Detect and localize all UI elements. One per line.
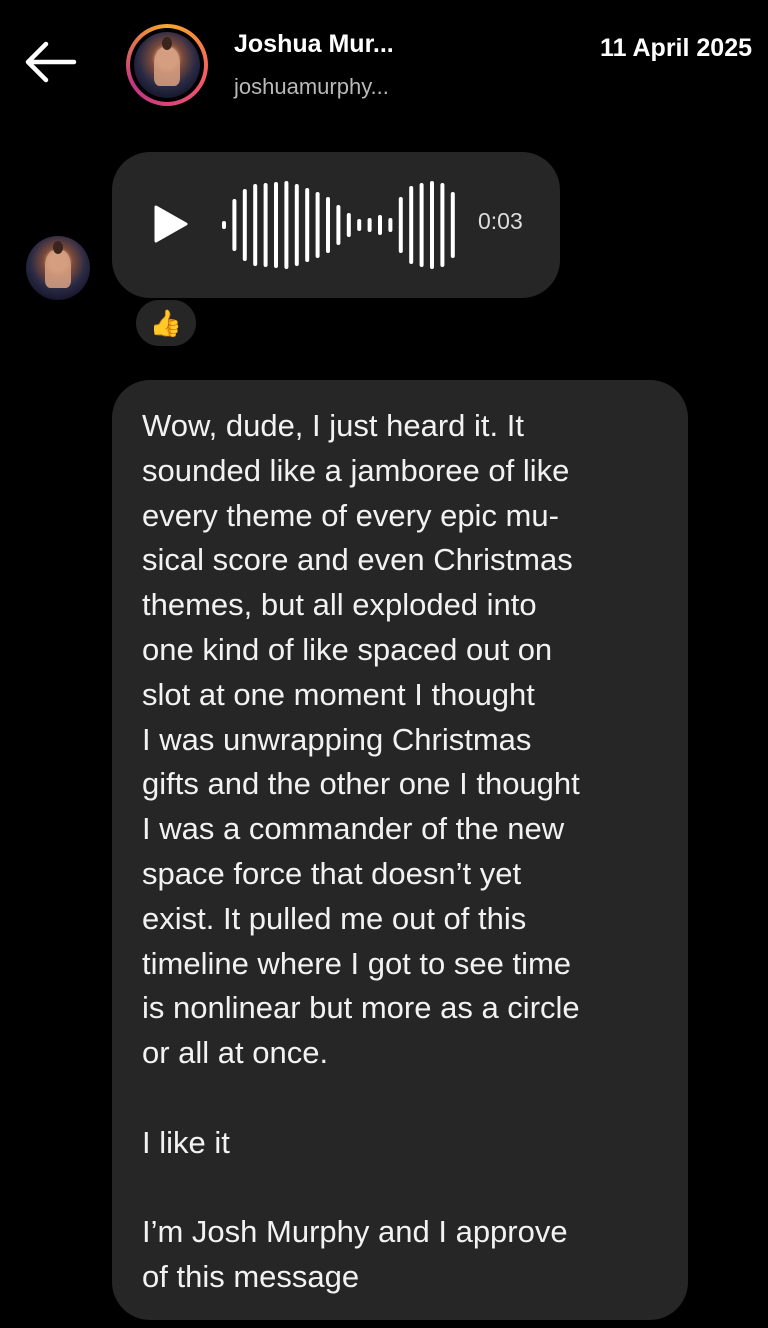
message-paragraph: I like it (142, 1124, 230, 1160)
message-paragraph: I’m Josh Murphy and I approve of this me… (142, 1214, 568, 1295)
voice-message-bubble[interactable]: 0:03 (112, 152, 560, 298)
contact-handle[interactable]: joshuamurphy... (234, 74, 389, 100)
back-button[interactable] (22, 40, 78, 84)
arrow-left-icon (25, 41, 77, 83)
play-icon (154, 205, 188, 243)
contact-avatar[interactable] (126, 24, 208, 106)
message-paragraph: Wow, dude, I just heard it. It sounded l… (142, 408, 580, 1071)
chat-screen: Joshua Mur... joshuamurphy... 11 April 2… (0, 0, 768, 1328)
play-button[interactable] (152, 204, 192, 244)
contact-name[interactable]: Joshua Mur... (234, 30, 394, 59)
thumbs-up-icon: 👍 (149, 307, 183, 338)
sender-avatar[interactable] (26, 236, 90, 300)
voice-duration: 0:03 (478, 208, 523, 234)
conversation-date: 11 April 2025 (600, 34, 752, 62)
avatar-image (26, 236, 90, 300)
avatar-image (134, 32, 200, 98)
waveform-icon[interactable] (220, 172, 460, 278)
text-message-bubble[interactable]: Wow, dude, I just heard it. It sounded l… (112, 380, 688, 1320)
reaction-badge[interactable]: 👍 (134, 298, 198, 348)
